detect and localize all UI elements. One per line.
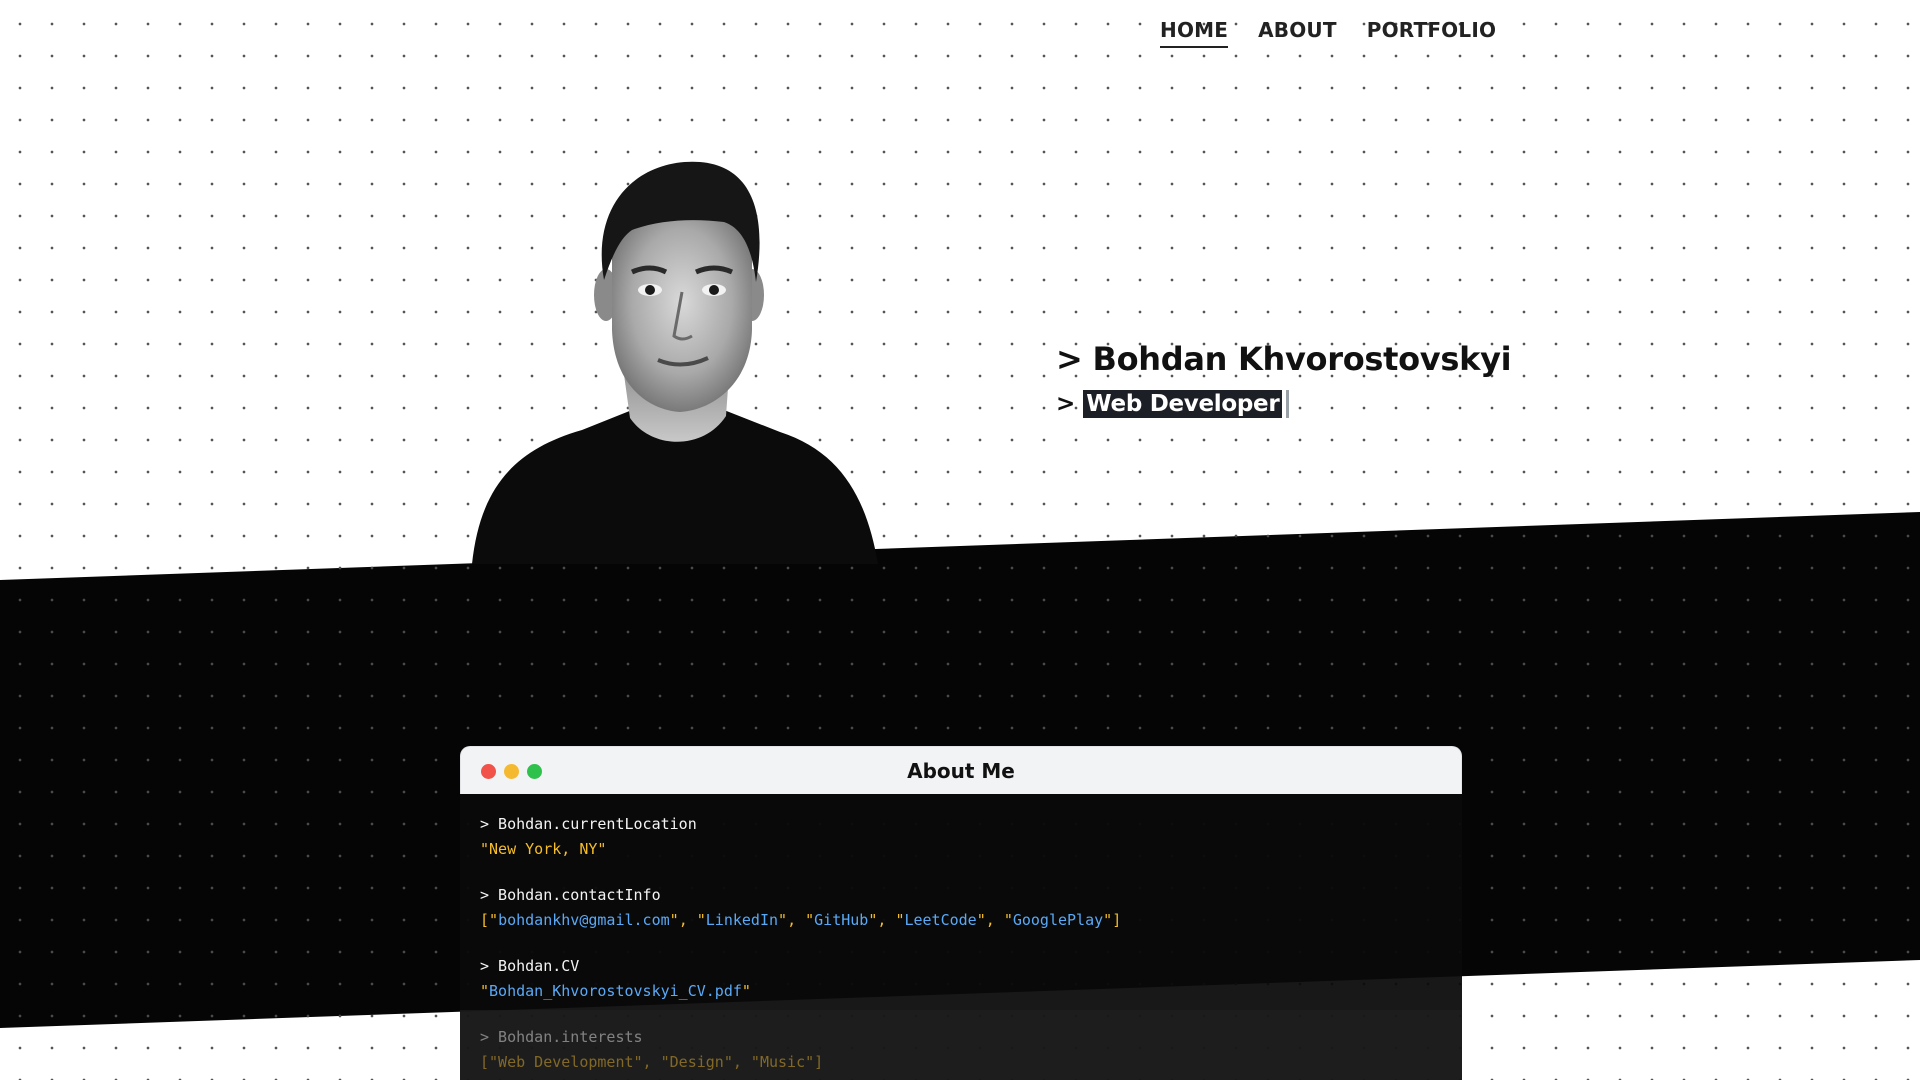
terminal-result: ["Web Development", "Design", "Music"] (480, 1053, 824, 1071)
github-link[interactable]: GitHub (814, 911, 868, 929)
hero-name-line: > Bohdan Khvorostovskyi (1056, 340, 1512, 378)
email-link[interactable]: bohdankhv@gmail.com (498, 911, 670, 929)
profile-photo (462, 160, 892, 564)
terminal-result: "New York, NY" (480, 840, 607, 858)
nav-portfolio-link[interactable]: PORTFOLIO (1367, 18, 1496, 48)
terminal-title-bar: About Me (460, 746, 1462, 794)
contact-info-result: ["bohdankhv@gmail.com", "LinkedIn", "Git… (480, 911, 1122, 929)
leetcode-link[interactable]: LeetCode (904, 911, 976, 929)
prompt-caret: > (1056, 340, 1083, 378)
hero-name: Bohdan Khvorostovskyi (1092, 340, 1512, 378)
main-nav: HOME ABOUT PORTFOLIO (1160, 18, 1496, 48)
hero-role: Web Developer (1083, 390, 1283, 418)
nav-about-link[interactable]: ABOUT (1258, 18, 1337, 48)
terminal-command: > Bohdan.CV (480, 957, 580, 975)
hero-intro: > Bohdan Khvorostovskyi > Web Developer (1056, 340, 1512, 418)
terminal-command: > Bohdan.interests (480, 1028, 643, 1046)
hero-role-line: > Web Developer (1056, 390, 1511, 418)
terminal-body: > Bohdan.currentLocation "New York, NY" … (460, 794, 1462, 1080)
typing-cursor (1286, 390, 1290, 418)
about-terminal-window: About Me > Bohdan.currentLocation "New Y… (460, 746, 1462, 1080)
cv-download-link[interactable]: Bohdan_Khvorostovskyi_CV.pdf (489, 982, 742, 1000)
terminal-title: About Me (907, 758, 1015, 783)
googleplay-link[interactable]: GooglePlay (1013, 911, 1103, 929)
terminal-command: > Bohdan.currentLocation (480, 815, 697, 833)
linkedin-link[interactable]: LinkedIn (706, 911, 778, 929)
close-dot-icon (481, 764, 496, 779)
terminal-command: > Bohdan.contactInfo (480, 886, 661, 904)
prompt-caret: > (1056, 391, 1076, 417)
cv-result: "Bohdan_Khvorostovskyi_CV.pdf" (480, 982, 751, 1000)
window-controls (481, 764, 542, 779)
nav-home-link[interactable]: HOME (1160, 18, 1229, 48)
minimize-dot-icon (504, 764, 519, 779)
maximize-dot-icon (527, 764, 542, 779)
